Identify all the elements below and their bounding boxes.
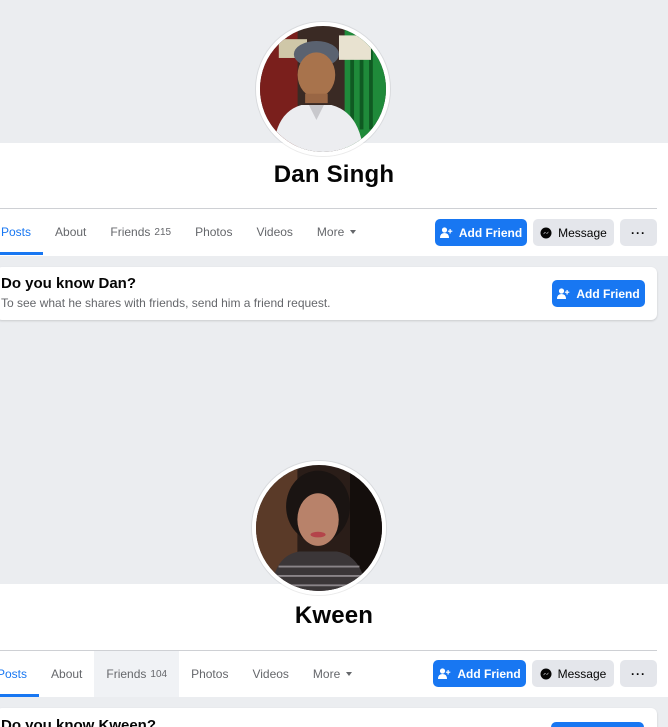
profile-photo: [260, 26, 386, 152]
add-friend-icon: [557, 288, 570, 299]
tab-label: Photos: [191, 667, 229, 681]
card-add-friend-button[interactable]: Add Friend: [552, 280, 645, 307]
add-friend-button[interactable]: Add Friend: [435, 219, 527, 246]
tab-label: More: [312, 667, 341, 681]
card-subtitle: To see what he shares with friends, send…: [1, 296, 331, 310]
add-friend-icon: [438, 668, 451, 679]
tab-label: Videos: [252, 667, 289, 681]
tab-friends[interactable]: Friends 104: [94, 651, 180, 697]
tab-label: Videos: [256, 225, 293, 239]
tab-label: Friends: [110, 225, 151, 239]
profile-name: Kween: [294, 602, 374, 629]
tab-videos[interactable]: Videos: [244, 209, 304, 255]
tab-label: Photos: [195, 225, 233, 239]
profile-tabs: Posts About Friends 104 Photos Videos Mor…: [0, 651, 364, 697]
caret-down-icon: [346, 672, 353, 676]
tab-more[interactable]: More: [301, 651, 364, 697]
profile-photo: [256, 465, 382, 591]
more-dots-icon: ···: [631, 225, 646, 240]
more-options-button[interactable]: ···: [620, 219, 657, 246]
button-label: Add Friend: [457, 666, 521, 681]
profile-tabs: Posts About Friends 215 Photos Videos Mor…: [0, 209, 368, 255]
more-dots-icon: ···: [631, 666, 646, 681]
tab-label: More: [316, 225, 345, 239]
button-label: Message: [558, 225, 607, 240]
tab-label: Friends: [106, 667, 147, 681]
card-add-friend-button[interactable]: [551, 722, 644, 727]
button-label: Add Friend: [576, 286, 640, 301]
page: Dan Singh Posts About Friends 215 Photos …: [0, 0, 668, 727]
message-button[interactable]: Message: [533, 219, 614, 246]
profile-name: Dan Singh: [273, 161, 395, 188]
card-title: Do you know Dan?: [1, 275, 136, 292]
tab-label: About: [51, 667, 83, 681]
profile-avatar[interactable]: [252, 461, 386, 595]
more-options-button[interactable]: ···: [620, 660, 657, 687]
friends-count: 215: [154, 226, 172, 238]
friend-request-card: Do you know Kween?: [0, 708, 657, 727]
tab-friends[interactable]: Friends 215: [98, 209, 183, 255]
message-button[interactable]: Message: [532, 660, 614, 687]
tab-about[interactable]: About: [43, 209, 98, 255]
tab-more[interactable]: More: [305, 209, 368, 255]
friends-count: 104: [150, 668, 168, 680]
tab-label: Posts: [0, 667, 28, 681]
button-label: Add Friend: [458, 225, 523, 240]
add-friend-button[interactable]: Add Friend: [433, 660, 526, 687]
tab-label: About: [55, 225, 87, 239]
tab-label: Posts: [1, 225, 32, 239]
friend-request-card: Do you know Dan? To see what he shares w…: [0, 267, 657, 320]
tab-posts[interactable]: Posts: [0, 651, 40, 697]
tab-videos[interactable]: Videos: [240, 651, 300, 697]
button-label: Message: [557, 666, 607, 681]
tab-posts[interactable]: Posts: [0, 209, 44, 255]
profile-avatar[interactable]: [256, 22, 390, 156]
card-title: Do you know Kween?: [1, 717, 157, 727]
caret-down-icon: [350, 230, 357, 234]
add-friend-icon: [439, 227, 453, 238]
tab-photos[interactable]: Photos: [183, 209, 244, 255]
tab-about[interactable]: About: [39, 651, 94, 697]
messenger-icon: [540, 227, 552, 239]
messenger-icon: [540, 668, 552, 680]
tab-photos[interactable]: Photos: [179, 651, 240, 697]
